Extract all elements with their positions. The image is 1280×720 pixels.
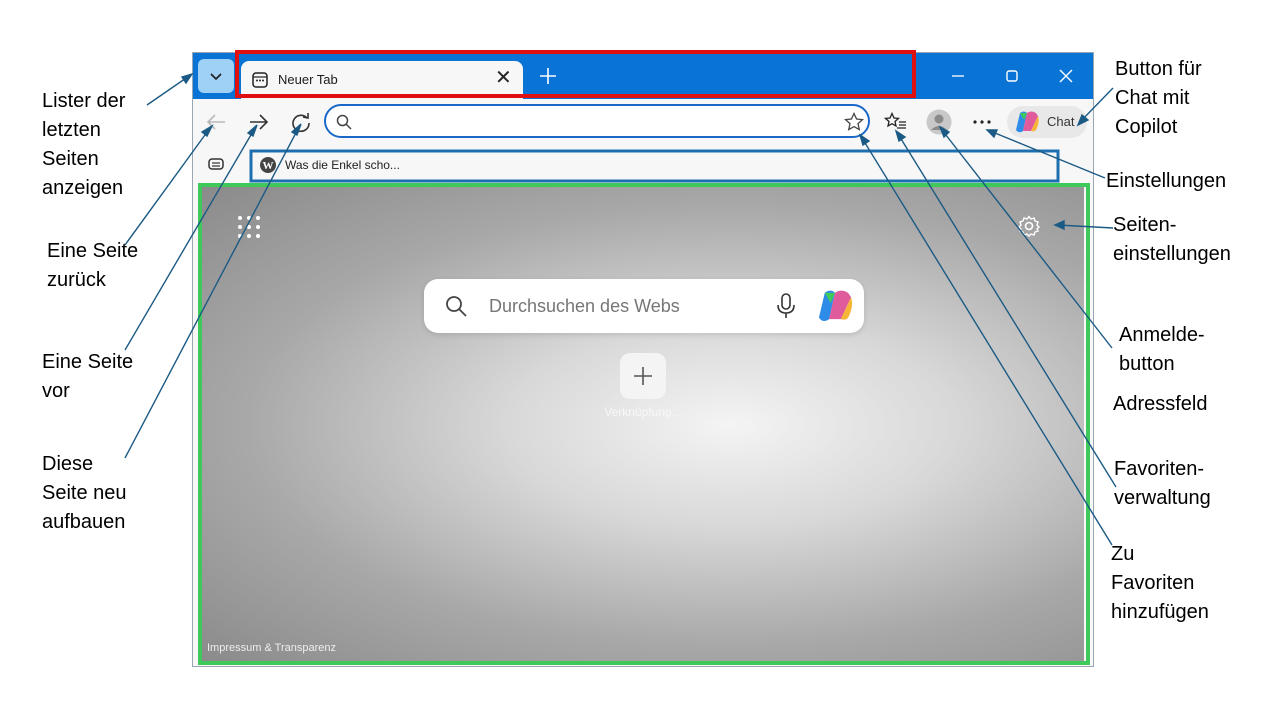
leader-reload bbox=[124, 126, 300, 459]
leader-page-settings bbox=[1057, 224, 1114, 229]
annotation-chat-button: Button für Chat mit Copilot bbox=[1115, 58, 1202, 138]
annotation-add-favorites: Zu Favoriten hinzufügen bbox=[1111, 543, 1209, 623]
leader-forward bbox=[124, 127, 256, 351]
content-highlight bbox=[198, 183, 1090, 665]
annotation-login-button: Anmelde- button bbox=[1119, 324, 1205, 375]
annotation-overlay bbox=[124, 50, 1117, 665]
annotation-favorites-manager: Favoriten- verwaltung bbox=[1114, 458, 1211, 509]
leader-settings bbox=[989, 130, 1106, 179]
annotation-recent-pages: Lister der letzten Seiten anzeigen bbox=[42, 90, 126, 199]
tabs-highlight bbox=[235, 50, 916, 98]
annotation-back: Eine Seite zurück bbox=[47, 240, 139, 291]
leader-add-favorite bbox=[861, 137, 1113, 546]
annotation-address-field: Adressfeld bbox=[1113, 393, 1208, 415]
annotation-settings: Einstellungen bbox=[1106, 170, 1227, 192]
favorites-bar-highlight bbox=[249, 149, 1060, 183]
annotation-page-settings: Seiten- einstellungen bbox=[1113, 214, 1231, 265]
annotation-reload: Diese Seite neu aufbauen bbox=[42, 453, 127, 533]
annotation-forward: Eine Seite vor bbox=[42, 351, 134, 402]
